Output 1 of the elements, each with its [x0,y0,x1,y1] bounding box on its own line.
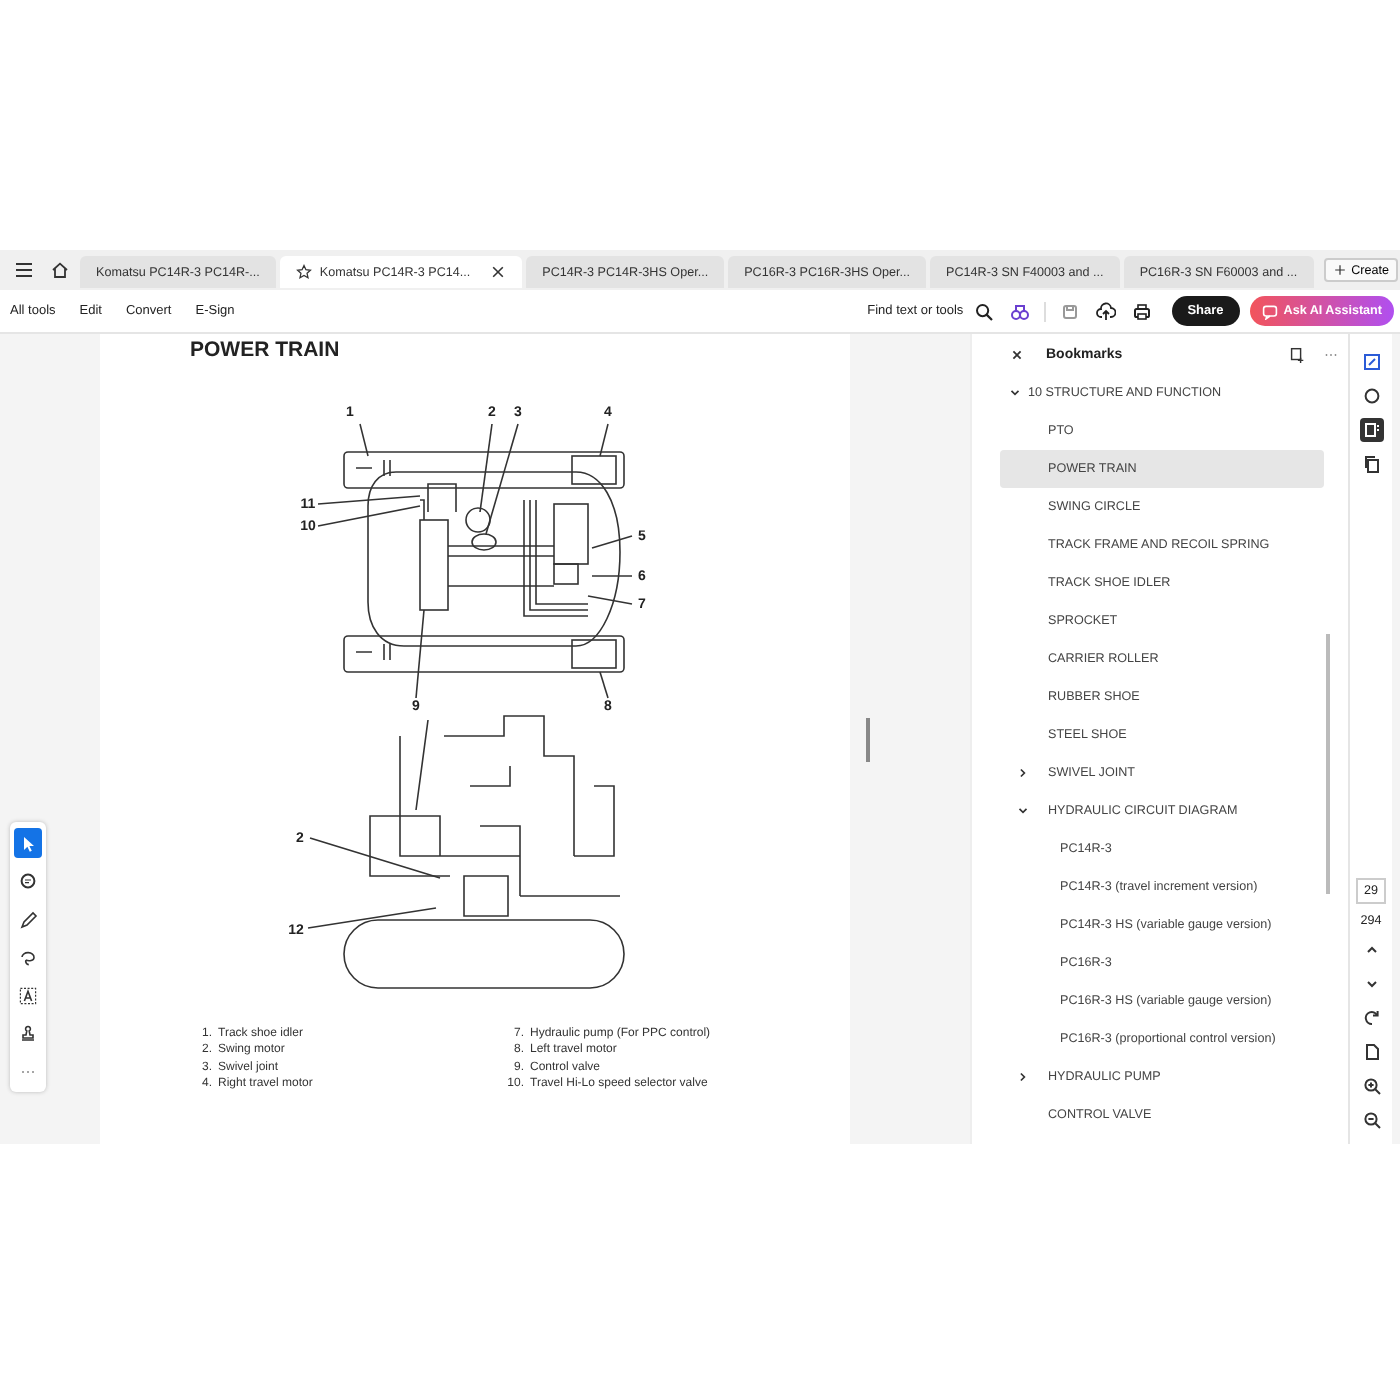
section-title: POWER TRAIN [190,338,342,362]
